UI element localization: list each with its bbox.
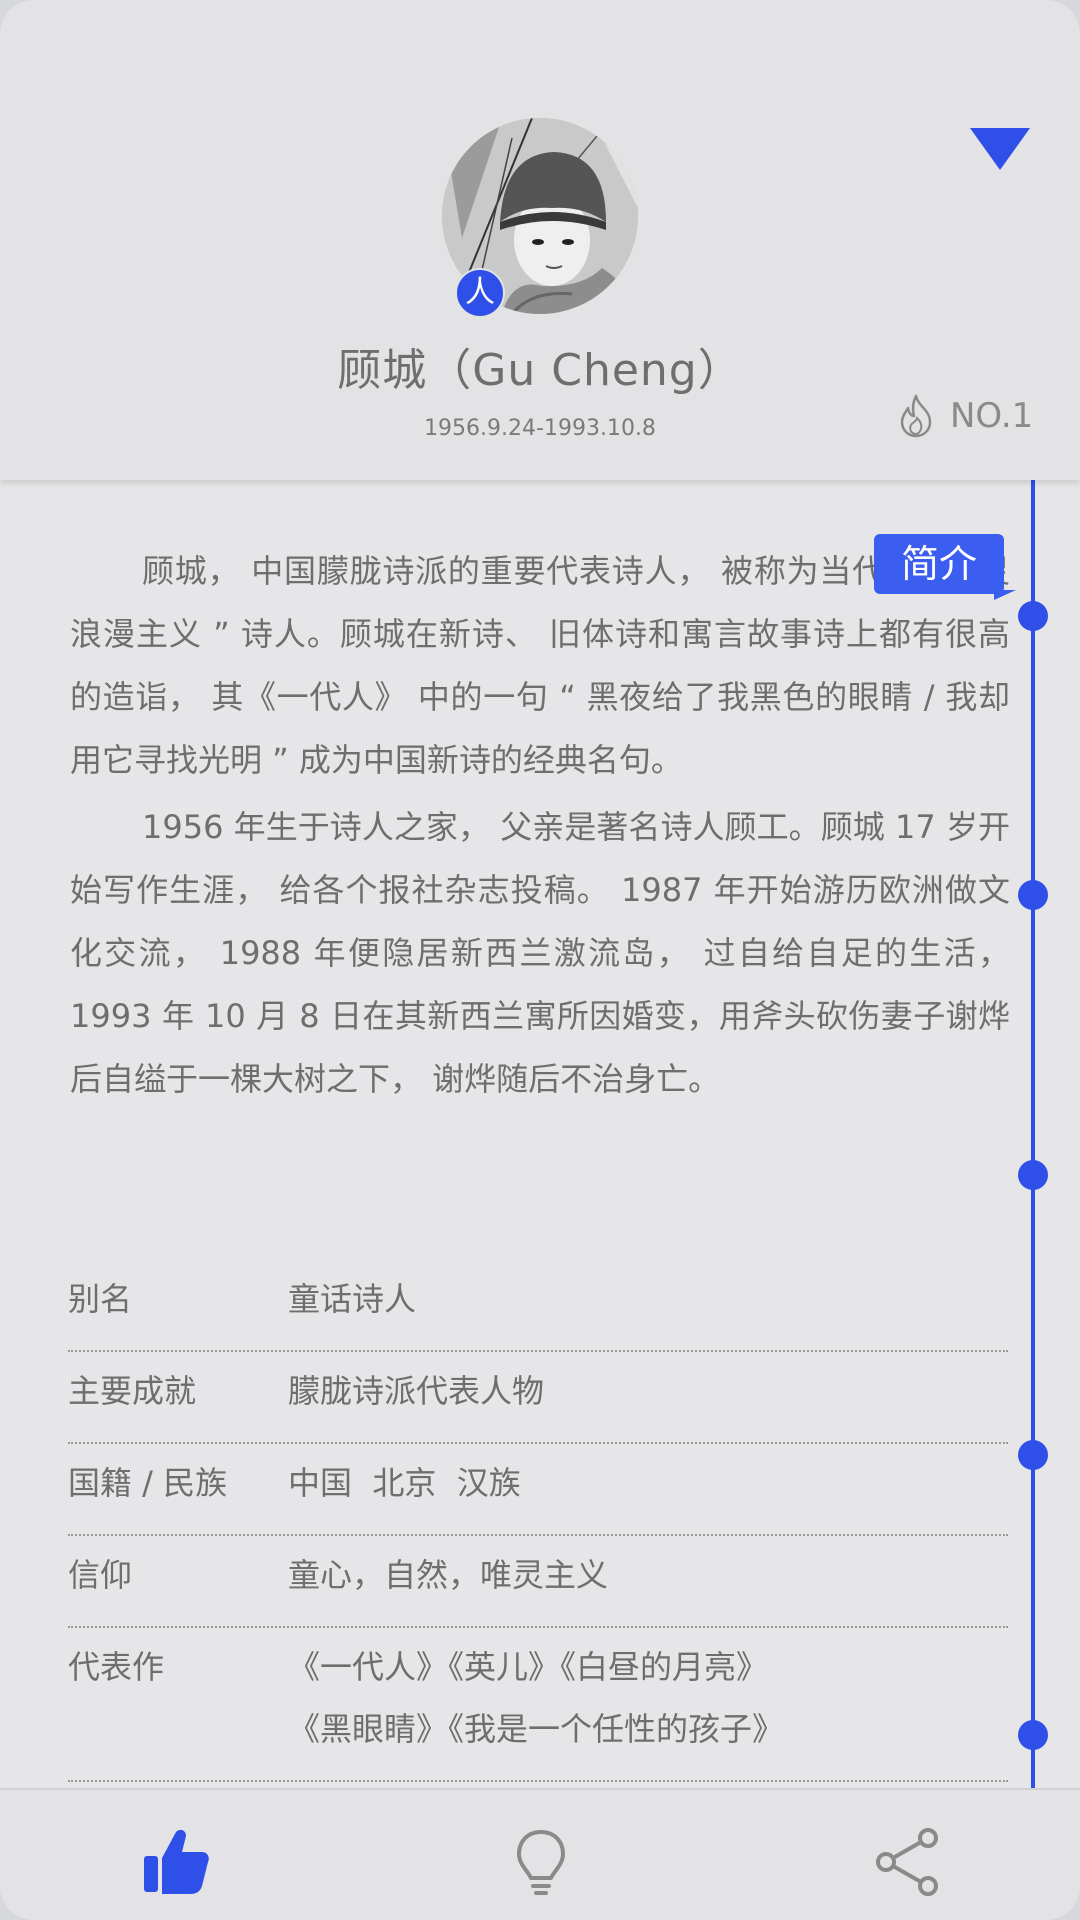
rank-indicator: NO.1 [896,394,1033,438]
info-row-works: 代表作 《一代人》《英儿》《白昼的月亮》 《黑眼睛》《我是一个任性的孩子》 [68,1628,1008,1782]
info-label: 信仰 [68,1556,133,1594]
timeline-line [1031,480,1035,1790]
timeline-dot[interactable] [1018,601,1048,631]
info-value: 中国 北京 汉族 [288,1464,521,1502]
bottom-action-bar [0,1788,1080,1920]
info-row-achievement: 主要成就 朦胧诗派代表人物 [68,1352,1008,1444]
timeline-dot[interactable] [1018,1720,1048,1750]
bio-paragraph-1: 顾城， 中国朦胧诗派的重要代表诗人， 被称为当代的“ 唯灵浪漫主义 ” 诗人。顾… [70,552,1010,779]
timeline-dot[interactable] [1018,1440,1048,1470]
works-line: 《黑眼睛》《我是一个任性的孩子》 [288,1710,785,1748]
biography: 顾城， 中国朦胧诗派的重要代表诗人， 被称为当代的“ 唯灵浪漫主义 ” 诗人。顾… [70,540,1010,1115]
lightbulb-icon[interactable] [505,1826,577,1898]
info-value: 朦胧诗派代表人物 [288,1372,545,1410]
triangle-down-icon[interactable] [970,128,1030,170]
info-row-nationality: 国籍 / 民族 中国 北京 汉族 [68,1444,1008,1536]
info-row-alias: 别名 童话诗人 [68,1260,1008,1352]
info-value: 《一代人》《英儿》《白昼的月亮》 《黑眼睛》《我是一个任性的孩子》 [288,1636,784,1760]
poet-name: 顾城（Gu Cheng） [337,345,743,396]
profile-header: 人 顾城（Gu Cheng） 1956.9.24-1993.10.8 NO.1 [0,0,1080,480]
info-label: 主要成就 [68,1372,197,1410]
timeline-dot[interactable] [1018,1160,1048,1190]
rank-label: NO.1 [950,396,1034,436]
info-value: 童话诗人 [288,1280,417,1318]
info-label: 国籍 / 民族 [68,1464,228,1502]
flame-icon [896,394,936,438]
thumbs-up-icon[interactable] [140,1826,212,1898]
info-row-belief: 信仰 童心，自然，唯灵主义 [68,1536,1008,1628]
info-table: 别名 童话诗人 主要成就 朦胧诗派代表人物 国籍 / 民族 中国 北京 汉族 信… [68,1260,1008,1872]
bio-paragraph-2: 1956 年生于诗人之家， 父亲是著名诗人顾工。顾城 17 岁开始写作生涯， 给… [70,808,1010,1098]
profile-card: 人 顾城（Gu Cheng） 1956.9.24-1993.10.8 NO.1 … [0,0,1080,1920]
section-tag-tail [994,590,1016,600]
share-icon[interactable] [872,1826,944,1898]
info-label: 代表作 [68,1648,165,1686]
works-line: 《一代人》《英儿》《白昼的月亮》 [288,1648,769,1686]
person-badge: 人 [455,268,505,318]
info-value: 童心，自然，唯灵主义 [288,1556,609,1594]
timeline-dot[interactable] [1018,880,1048,910]
section-tag-intro[interactable]: 简介 [874,534,1004,594]
info-label: 别名 [68,1280,133,1318]
